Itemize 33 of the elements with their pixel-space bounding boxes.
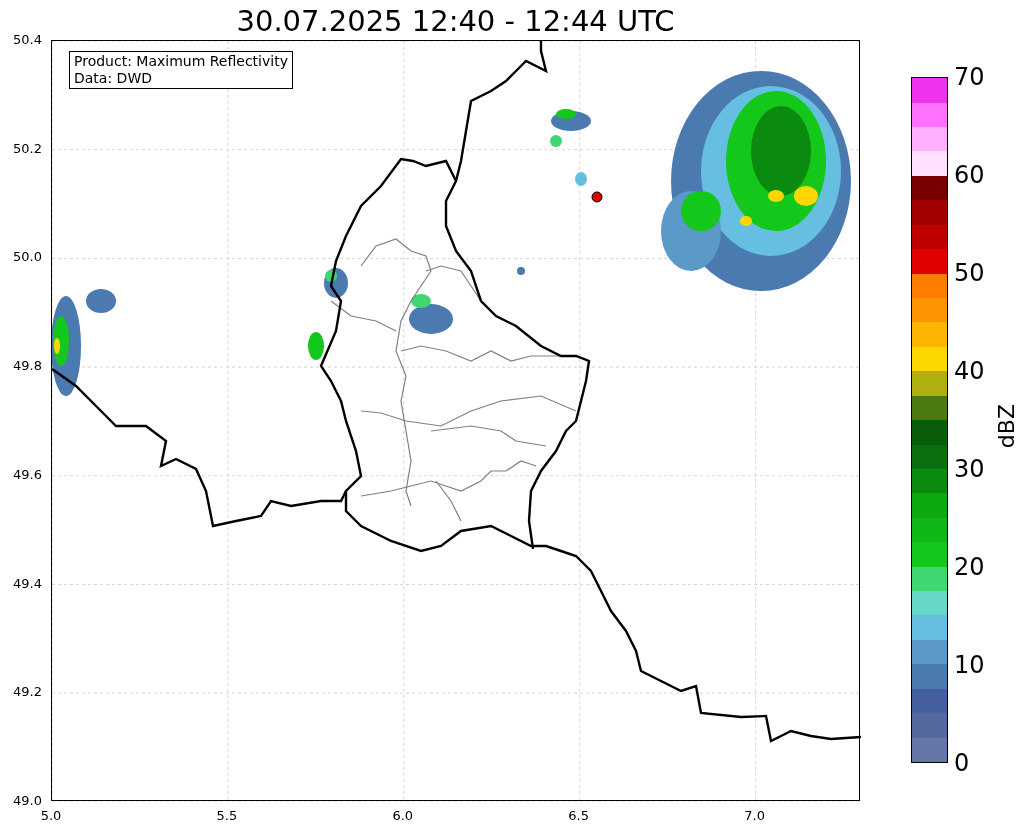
colorbar-label-text: dBZ [994,404,1020,449]
y-axis-label: 49.2 [12,684,42,701]
radar-echo-drawing [517,267,525,275]
legend-text: Data: DWD [74,70,153,87]
colorbar-tick-label: 50 [954,259,985,287]
y-axis-label: 49.6 [12,466,42,483]
radar-echo-drawing [550,109,591,147]
colorbar-tick-label: 40 [954,357,985,385]
y-axis-label: 49.0 [12,792,42,809]
y-axis-label: 50.2 [12,140,42,157]
colorbar-tick-label: 30 [954,455,985,483]
x-axis-label: 5.0 [39,808,63,824]
x-axis-label: 5.5 [215,808,239,824]
radar-echo-drawing [409,294,453,334]
colorbar-tick-label: 0 [954,749,970,777]
chart-title: 30.07.2025 12:40 - 12:44 UTC [235,4,676,38]
radar-echo-drawing [575,172,587,186]
colorbar-tick-label: 20 [954,553,985,581]
colorbar-tick-label: 60 [954,161,985,189]
y-axis-label: 50.4 [12,32,42,48]
legend-text: Product: Maximum Reflectivity [74,53,288,70]
radar-echo-drawing [86,289,116,313]
radar-echo-drawing [324,268,348,298]
y-axis-label: 49.4 [12,575,42,592]
colorbar-tick-label: 10 [954,651,985,679]
y-axis-label: 49.8 [12,358,42,375]
location-marker-icon [591,191,603,203]
x-axis-label: 6.0 [391,808,415,824]
radar-echo-drawing [308,332,324,360]
x-axis-label: 7.0 [743,808,766,824]
colorbar-tick-label: 70 [954,63,985,91]
x-axis-label: 6.5 [567,808,591,824]
y-axis-label: 50.0 [12,249,42,266]
